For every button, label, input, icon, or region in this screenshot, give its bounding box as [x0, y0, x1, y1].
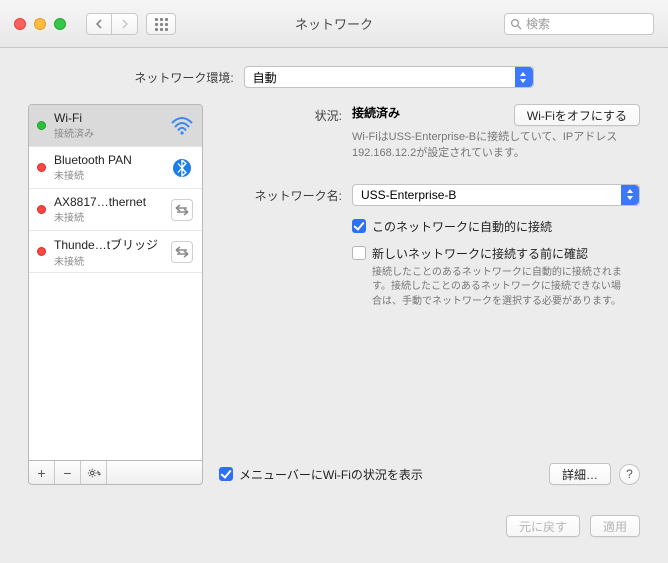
service-status: 未接続 — [54, 209, 162, 224]
status-label: 状況: — [219, 104, 352, 126]
chevron-updown-icon — [515, 67, 533, 87]
service-name: AX8817…thernet — [54, 195, 162, 209]
network-name-label: ネットワーク名: — [219, 184, 352, 206]
search-placeholder: 検索 — [526, 15, 550, 32]
status-dot — [37, 247, 46, 256]
auto-join-label: このネットワークに自動的に接続 — [372, 218, 552, 235]
traffic-lights — [14, 18, 66, 30]
detail-footer: メニューバーにWi-Fiの状況を表示 詳細… ? — [219, 463, 640, 485]
service-status: 接続済み — [54, 125, 162, 140]
network-name-value: USS-Enterprise-B — [361, 188, 456, 202]
location-value: 自動 — [253, 69, 277, 86]
window-footer: 元に戻す 適用 — [0, 501, 668, 537]
forward-button[interactable] — [112, 13, 138, 35]
grid-icon — [154, 17, 168, 31]
remove-service-button[interactable]: − — [55, 461, 81, 484]
status-value: 接続済み — [352, 104, 400, 121]
show-in-menubar-label: メニューバーにWi-Fiの状況を表示 — [239, 466, 423, 483]
service-item-ethernet[interactable]: AX8817…thernet 未接続 — [29, 189, 202, 231]
location-select[interactable]: 自動 — [244, 66, 534, 88]
show-in-menubar-checkbox[interactable]: メニューバーにWi-Fiの状況を表示 — [219, 466, 423, 483]
location-row: ネットワーク環境: 自動 — [28, 66, 640, 88]
help-button[interactable]: ? — [619, 464, 640, 485]
apps-grid-button[interactable] — [146, 13, 176, 35]
ethernet-icon — [170, 241, 194, 263]
status-row: 状況: 接続済み Wi-Fiをオフにする — [219, 104, 640, 126]
service-item-wifi[interactable]: Wi-Fi 接続済み — [29, 105, 202, 147]
revert-button[interactable]: 元に戻す — [506, 515, 580, 537]
minimize-button[interactable] — [34, 18, 46, 30]
service-name: Wi-Fi — [54, 111, 162, 125]
ask-new-label: 新しいネットワークに接続する前に確認 — [372, 245, 588, 262]
auto-join-checkbox[interactable]: このネットワークに自動的に接続 — [352, 218, 640, 235]
service-status: 未接続 — [54, 253, 162, 268]
turn-off-wifi-button[interactable]: Wi-Fiをオフにする — [514, 104, 640, 126]
sidebar: Wi-Fi 接続済み Bluetooth PAN 未接続 — [28, 104, 203, 485]
chevron-updown-icon — [621, 185, 639, 205]
search-field[interactable]: 検索 — [504, 13, 654, 35]
status-dot — [37, 205, 46, 214]
status-description: Wi-FiはUSS-Enterprise-Bに接続していて、IPアドレス 192… — [352, 130, 632, 162]
action-menu-button[interactable] — [81, 461, 107, 484]
nav-group — [86, 13, 138, 35]
service-name: Bluetooth PAN — [54, 153, 162, 167]
bluetooth-icon — [170, 157, 194, 179]
search-icon — [510, 18, 522, 30]
network-name-select[interactable]: USS-Enterprise-B — [352, 184, 640, 206]
service-name: Thunde…tブリッジ — [54, 236, 162, 253]
status-dot — [37, 163, 46, 172]
service-list: Wi-Fi 接続済み Bluetooth PAN 未接続 — [28, 104, 203, 461]
close-button[interactable] — [14, 18, 26, 30]
advanced-button[interactable]: 詳細… — [549, 463, 611, 485]
add-service-button[interactable]: + — [29, 461, 55, 484]
wifi-icon — [170, 117, 194, 135]
back-button[interactable] — [86, 13, 112, 35]
checkbox-icon — [219, 467, 233, 481]
status-dot — [37, 121, 46, 130]
detail-pane: 状況: 接続済み Wi-Fiをオフにする Wi-FiはUSS-Enterpris… — [219, 104, 640, 485]
service-item-bluetooth[interactable]: Bluetooth PAN 未接続 — [29, 147, 202, 189]
location-label: ネットワーク環境: — [134, 69, 233, 86]
titlebar: ネットワーク 検索 — [0, 0, 668, 48]
service-item-thunderbolt[interactable]: Thunde…tブリッジ 未接続 — [29, 231, 202, 273]
checkbox-icon — [352, 246, 366, 260]
gear-icon — [87, 466, 101, 480]
ask-new-checkbox[interactable]: 新しいネットワークに接続する前に確認 — [352, 245, 640, 262]
ethernet-icon — [170, 199, 194, 221]
apply-button[interactable]: 適用 — [590, 515, 640, 537]
ask-new-description: 接続したことのあるネットワークに自動的に接続されます。接続したことのあるネットワ… — [352, 266, 622, 310]
zoom-button[interactable] — [54, 18, 66, 30]
service-toolbar: + − — [28, 461, 203, 485]
checkbox-icon — [352, 219, 366, 233]
service-status: 未接続 — [54, 167, 162, 182]
